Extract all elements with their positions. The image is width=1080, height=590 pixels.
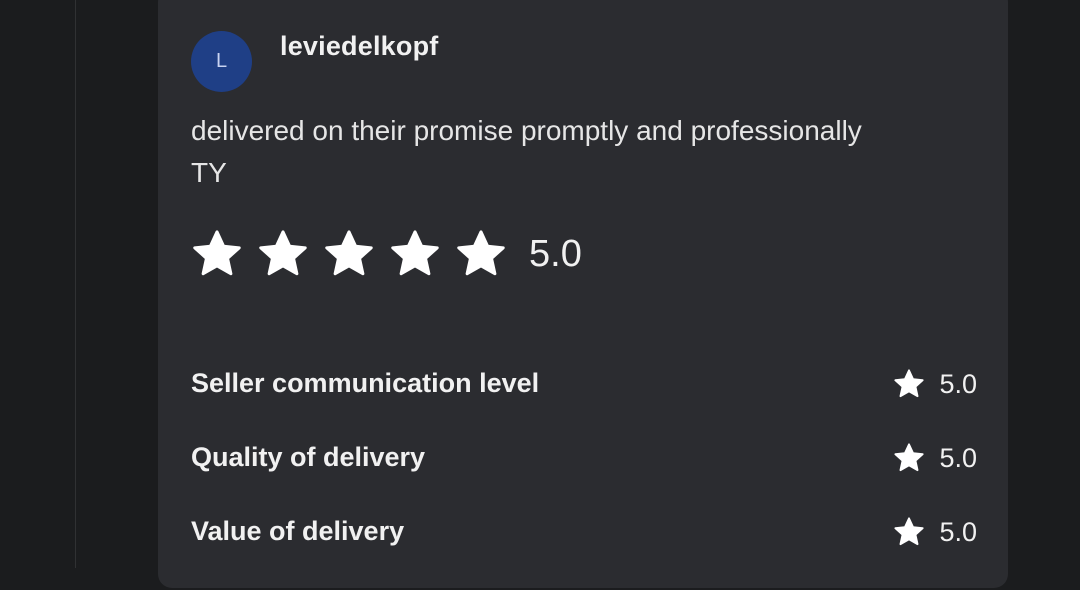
star-icon bbox=[389, 228, 441, 280]
star-icon bbox=[893, 516, 925, 548]
sub-ratings-list: Seller communication level 5.0 Quality o… bbox=[191, 368, 977, 590]
sub-rating-row: Seller communication level 5.0 bbox=[191, 368, 977, 442]
star-icon bbox=[323, 228, 375, 280]
sub-rating-row: Quality of delivery 5.0 bbox=[191, 442, 977, 516]
sub-rating-value: 5.0 bbox=[939, 516, 977, 547]
overall-rating: 5.0 bbox=[191, 228, 582, 280]
side-divider bbox=[75, 0, 76, 568]
review-text: delivered on their promise promptly and … bbox=[191, 110, 971, 194]
sub-rating-label: Seller communication level bbox=[191, 368, 540, 398]
sub-rating-label: Value of delivery bbox=[191, 516, 405, 546]
star-icon bbox=[893, 368, 925, 400]
avatar-initial: L bbox=[215, 50, 228, 72]
reviewer-username[interactable]: leviedelkopf bbox=[280, 31, 438, 62]
star-icon bbox=[257, 228, 309, 280]
overall-rating-value: 5.0 bbox=[529, 232, 582, 275]
sub-rating-score: 5.0 bbox=[893, 442, 977, 474]
sub-rating-value: 5.0 bbox=[939, 368, 977, 399]
sub-rating-value: 5.0 bbox=[939, 442, 977, 473]
avatar[interactable]: L bbox=[191, 31, 252, 92]
sub-rating-score: 5.0 bbox=[893, 368, 977, 400]
review-text-line-2: TY bbox=[191, 157, 227, 188]
sub-rating-label: Quality of delivery bbox=[191, 442, 426, 472]
sub-rating-score: 5.0 bbox=[893, 516, 977, 548]
sub-rating-row: Value of delivery 5.0 bbox=[191, 516, 977, 590]
review-text-line-1: delivered on their promise promptly and … bbox=[191, 115, 862, 146]
review-card: L leviedelkopf delivered on their promis… bbox=[158, 0, 1008, 588]
star-icon bbox=[455, 228, 507, 280]
star-icon bbox=[191, 228, 243, 280]
star-icon bbox=[893, 442, 925, 474]
